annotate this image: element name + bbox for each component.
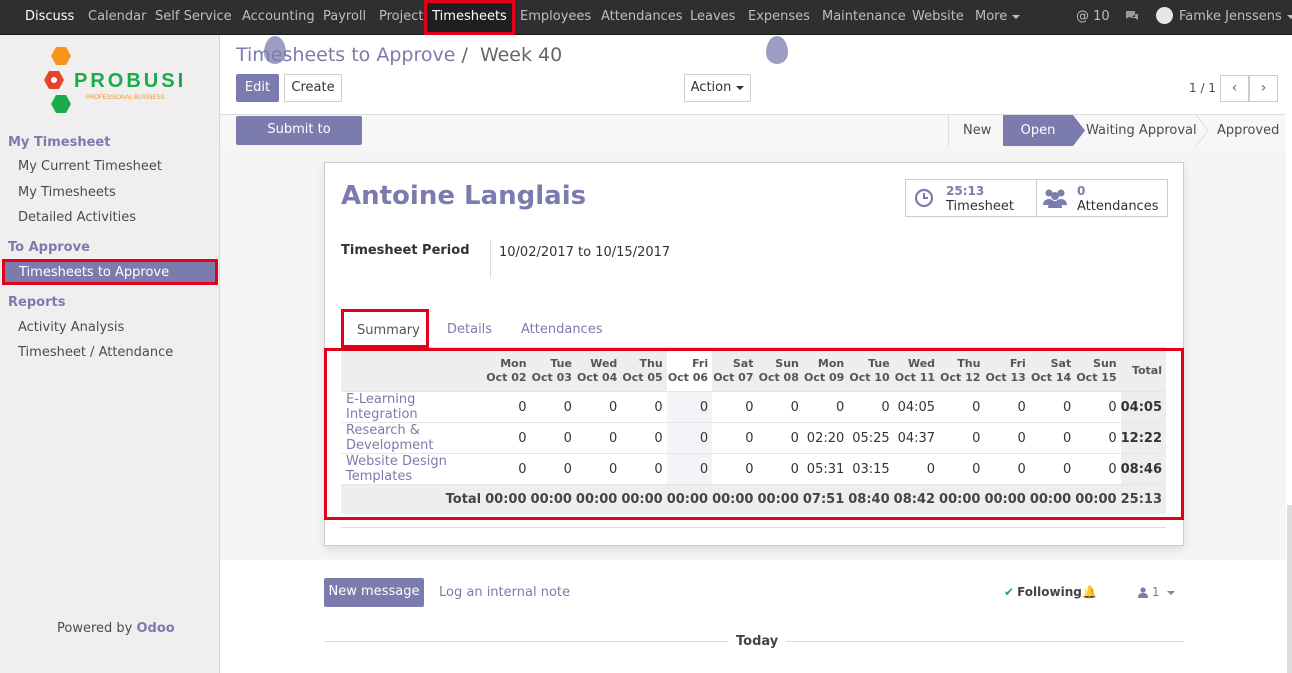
period-divider (490, 240, 491, 278)
nav-project[interactable]: Project (379, 0, 423, 34)
stage-arrow (1073, 115, 1085, 146)
probuse-logo: PROBUSE PROFESSIONAL BUSINESS (44, 47, 182, 113)
bell-icon[interactable]: 🔔 (1082, 585, 1097, 599)
messages-counter[interactable]: @ 10 (1076, 0, 1110, 34)
stage-open[interactable]: Open (1003, 115, 1073, 146)
timesheet-period-label: Timesheet Period (341, 243, 470, 258)
create-button[interactable]: Create (284, 74, 342, 102)
followers-dropdown[interactable]: 1 (1138, 585, 1176, 599)
timesheet-stat-label: Timesheet (946, 199, 1014, 214)
timesheet-period-value: 10/02/2017 to 10/15/2017 (499, 245, 671, 260)
highlight-box (424, 0, 515, 35)
sidebar: PROBUSE PROFESSIONAL BUSINESS My Timeshe… (0, 35, 220, 673)
sidebar-item-timesheets-to-approve[interactable]: Timesheets to Approve (2, 259, 218, 285)
tab-summary[interactable]: Summary (341, 309, 429, 348)
powered-by-label: Powered by (57, 621, 133, 636)
nav-leaves[interactable]: Leaves (690, 0, 735, 34)
nav-employees[interactable]: Employees (520, 0, 591, 34)
nav-more-label: More (975, 9, 1008, 24)
action-label: Action (690, 80, 732, 95)
pager-previous-button[interactable]: ‹ (1220, 75, 1249, 102)
chevron-left-icon: ‹ (1231, 80, 1238, 96)
chevron-right-icon: › (1260, 80, 1267, 96)
highlight-box (324, 348, 1184, 520)
followers-count: 1 (1151, 585, 1160, 599)
pager-next-button[interactable]: › (1249, 75, 1278, 102)
tab-summary-label: Summary (357, 323, 420, 338)
chevron-down-icon (1012, 14, 1021, 19)
avatar (1156, 7, 1173, 24)
chevron-down-icon (1167, 590, 1176, 595)
breadcrumb-separator: / (461, 44, 468, 66)
nav-accounting[interactable]: Accounting (242, 0, 315, 34)
log-internal-note-link[interactable]: Log an internal note (439, 585, 570, 600)
employee-name: Antoine Langlais (341, 181, 587, 211)
sidebar-item-detailed-activities[interactable]: Detailed Activities (18, 210, 136, 225)
sidebar-item-my-timesheets[interactable]: My Timesheets (18, 185, 116, 200)
breadcrumb-current: Week 40 (479, 44, 563, 66)
user-icon (1138, 587, 1148, 598)
stage-divider (948, 115, 949, 146)
action-dropdown[interactable]: Action (684, 74, 751, 102)
users-icon (1043, 189, 1067, 208)
nav-self-service[interactable]: Self Service (155, 0, 232, 34)
attendances-stat-button[interactable]: 0 Attendances (1036, 179, 1168, 217)
clock-icon (914, 188, 934, 208)
scrollbar[interactable] (1287, 505, 1292, 673)
logo-subtext: PROFESSIONAL BUSINESS (86, 95, 164, 101)
chat-icon[interactable] (1124, 0, 1140, 34)
section-reports: Reports (8, 295, 66, 310)
new-message-button[interactable]: New message (324, 578, 424, 607)
tooltip-drop-marker (264, 36, 286, 64)
user-menu[interactable]: Famke Jenssens (1156, 0, 1292, 34)
section-to-approve: To Approve (8, 240, 90, 255)
edit-button[interactable]: Edit (236, 74, 279, 102)
sidebar-item-label: Timesheets to Approve (19, 265, 170, 280)
attendances-stat-label: Attendances (1077, 199, 1159, 214)
following-label: Following (1017, 585, 1082, 599)
tab-attendances[interactable]: Attendances (521, 322, 602, 337)
top-navbar: Discuss Calendar Self Service Accounting… (0, 0, 1292, 35)
stage-arrow (1196, 115, 1208, 146)
chevron-down-icon (1286, 14, 1292, 19)
sidebar-item-my-current-timesheet[interactable]: My Current Timesheet (18, 159, 162, 174)
pager-value[interactable]: 1 / 1 (1189, 81, 1216, 95)
nav-discuss[interactable]: Discuss (25, 0, 74, 34)
timesheet-stat-value: 25:13 (946, 184, 985, 198)
user-name: Famke Jenssens (1179, 9, 1282, 24)
sidebar-item-activity-analysis[interactable]: Activity Analysis (18, 320, 124, 335)
following-toggle[interactable]: ✔ Following (1004, 585, 1082, 599)
nav-attendances[interactable]: Attendances (601, 0, 682, 34)
submit-to-manager-button[interactable]: Submit to Manager (236, 116, 362, 163)
section-my-timesheet: My Timesheet (8, 135, 111, 150)
stage-waiting-approval[interactable]: Waiting Approval (1086, 115, 1197, 146)
powered-by: Powered by Odoo (57, 621, 175, 636)
tooltip-drop-marker (766, 36, 788, 64)
nav-maintenance[interactable]: Maintenance (822, 0, 906, 34)
sidebar-item-timesheet-attendance[interactable]: Timesheet / Attendance (18, 345, 173, 360)
odoo-link[interactable]: Odoo (137, 621, 175, 636)
sheet-divider (341, 527, 1166, 528)
statusbar: Submit to Manager New Open Waiting Appro… (220, 114, 1285, 163)
nav-payroll[interactable]: Payroll (323, 0, 366, 34)
today-separator-label: Today (728, 634, 787, 649)
timesheet-stat-button[interactable]: 25:13 Timesheet (905, 179, 1037, 217)
nav-website[interactable]: Website (912, 0, 964, 34)
stage-new[interactable]: New (963, 115, 991, 146)
nav-expenses[interactable]: Expenses (748, 0, 810, 34)
stage-approved[interactable]: Approved (1217, 115, 1279, 146)
logo-text: PROBUSE (74, 70, 182, 92)
attendances-stat-value: 0 (1077, 184, 1086, 198)
nav-calendar[interactable]: Calendar (88, 0, 146, 34)
check-icon: ✔ (1004, 585, 1015, 599)
chevron-down-icon (736, 85, 745, 90)
nav-more[interactable]: More (975, 0, 1021, 34)
tab-details[interactable]: Details (447, 322, 492, 337)
